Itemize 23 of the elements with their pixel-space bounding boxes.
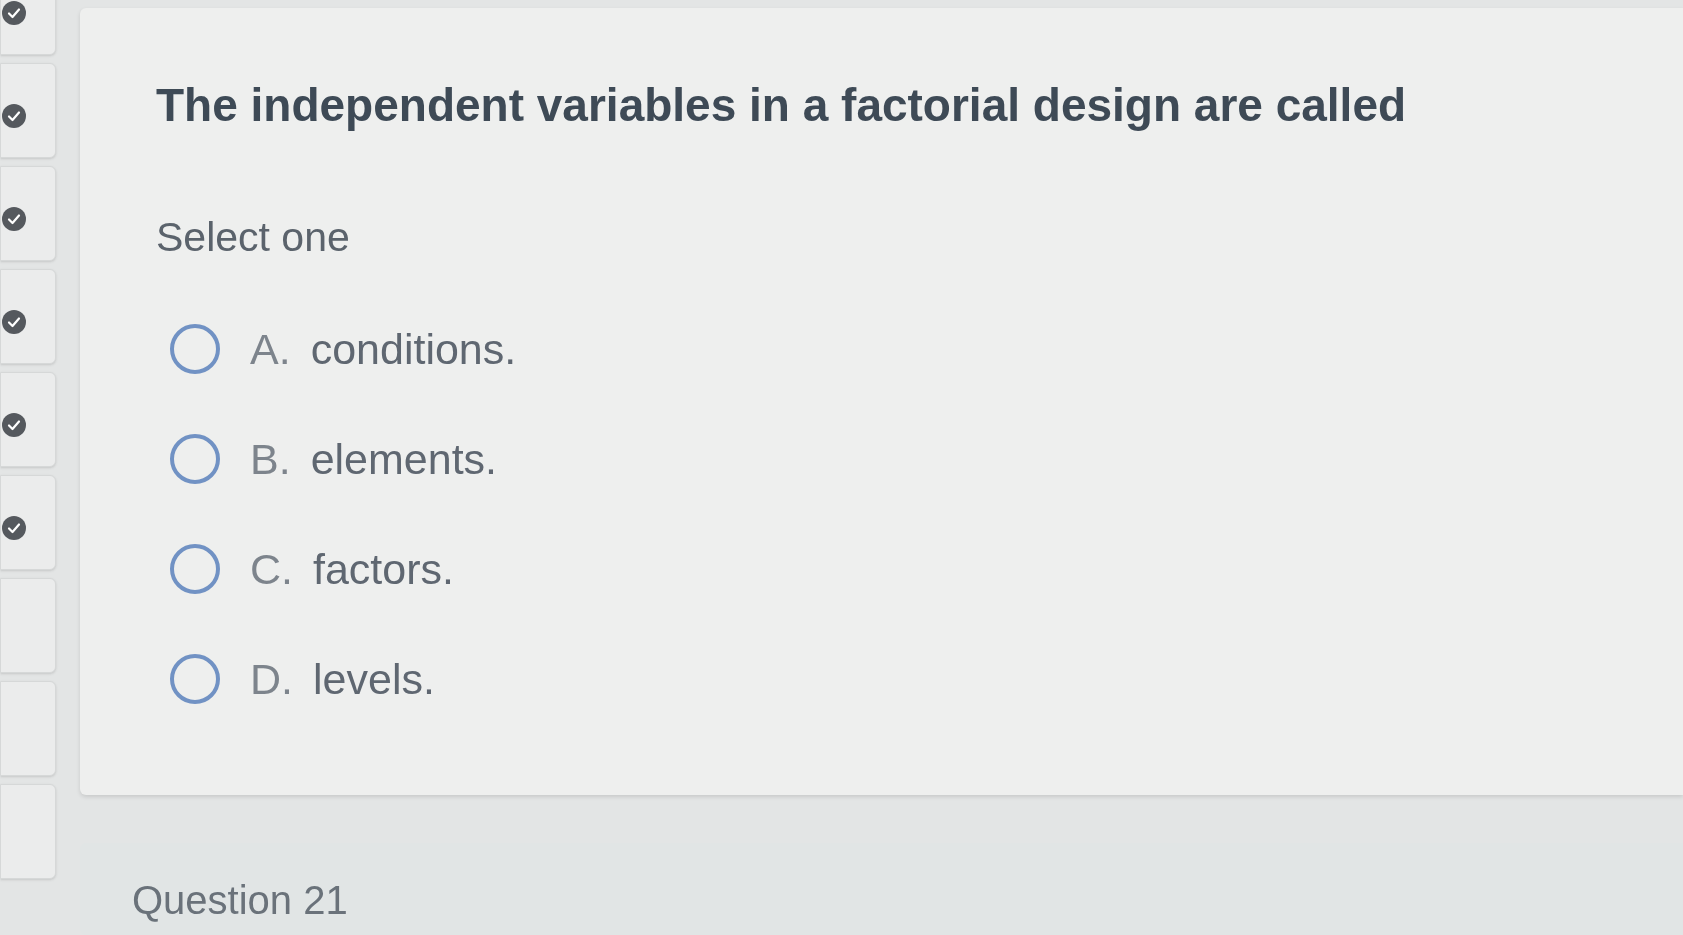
question-text: The independent variables in a factorial design are called — [156, 78, 1408, 132]
radio-button[interactable] — [170, 434, 220, 484]
option-letter: C. — [250, 544, 293, 594]
option-text: elements. — [310, 434, 498, 484]
question-nav-tile[interactable] — [0, 372, 56, 467]
radio-button[interactable] — [170, 544, 220, 594]
option-letter: B. — [250, 434, 291, 484]
question-nav-tile[interactable] — [0, 269, 56, 364]
option-text: levels. — [313, 654, 435, 704]
question-nav-tile[interactable] — [0, 681, 56, 776]
option-letter: D. — [250, 654, 293, 704]
question-nav-tile[interactable] — [0, 475, 56, 570]
select-one-prompt: Select one — [156, 214, 350, 260]
question-nav-tile[interactable] — [0, 784, 56, 879]
question-heading: Question 21 — [132, 878, 348, 922]
radio-button[interactable] — [170, 654, 220, 704]
question-nav-tile[interactable] — [0, 63, 56, 158]
option-text: factors. — [313, 544, 454, 594]
radio-button[interactable] — [170, 324, 220, 374]
question-nav-tile[interactable] — [0, 578, 56, 673]
option-text: conditions. — [310, 324, 517, 374]
question-nav-tile[interactable] — [0, 166, 56, 261]
option-letter: A. — [250, 324, 291, 374]
